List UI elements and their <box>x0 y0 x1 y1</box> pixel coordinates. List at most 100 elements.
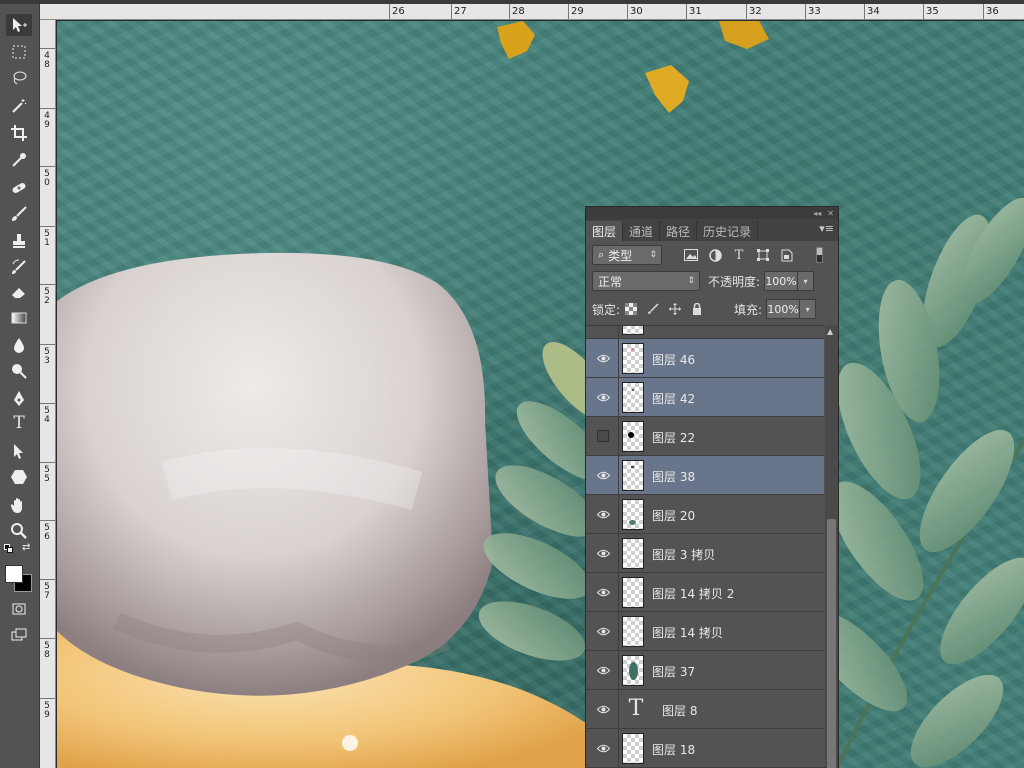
shape-tool-icon[interactable] <box>6 466 32 488</box>
layer-row[interactable] <box>586 326 824 339</box>
layer-name: 图层 22 <box>652 431 696 445</box>
layer-thumbnail <box>622 577 644 608</box>
eye-icon[interactable] <box>596 585 610 599</box>
eye-icon[interactable] <box>596 468 610 482</box>
layer-name: 图层 38 <box>652 470 696 484</box>
gradient-tool-icon[interactable] <box>6 307 32 329</box>
type-filter-glyph: T <box>734 247 744 263</box>
layer-filter-dropdown[interactable]: ⌕ 类型 ⇕ <box>592 245 662 265</box>
eye-icon[interactable] <box>596 624 610 638</box>
foreground-color-swatch[interactable] <box>5 565 23 583</box>
eye-icon[interactable] <box>596 741 610 755</box>
opacity-slider-toggle-icon[interactable]: ▾ <box>798 271 815 291</box>
eye-icon[interactable] <box>596 507 610 521</box>
tab-history[interactable]: 历史记录 <box>697 221 759 241</box>
layer-row[interactable]: 图层 18 <box>586 729 824 768</box>
dropdown-arrow-icon: ⇕ <box>649 250 657 260</box>
layers-panel: ◂◂ ✕ 图层 通道 路径 历史记录 ▾≡ ⌕ 类型 ⇕ T 正常 ⇕ 不透明度… <box>585 206 839 768</box>
swap-colors-icon[interactable]: ⇄ <box>22 542 30 553</box>
lock-transparent-pixels-icon[interactable] <box>624 302 638 316</box>
hidden-visibility-box[interactable] <box>597 430 609 442</box>
panel-tabs: 图层 通道 路径 历史记录 <box>586 219 838 241</box>
layer-row[interactable]: 图层 46 <box>586 339 824 378</box>
zoom-tool-icon[interactable] <box>6 520 32 542</box>
crop-tool-icon[interactable] <box>6 122 32 144</box>
ruler-tick <box>40 403 55 404</box>
scroll-up-arrow-icon[interactable]: ▲ <box>827 327 833 336</box>
blur-tool-icon[interactable] <box>6 334 32 356</box>
layer-row[interactable]: 图层 42 <box>586 378 824 417</box>
quick-mask-icon[interactable] <box>6 598 32 620</box>
eye-icon[interactable] <box>596 351 610 365</box>
ruler-label: 33 <box>808 6 821 17</box>
layer-row[interactable]: 图层 38 <box>586 456 824 495</box>
close-panel-icon[interactable]: ✕ <box>827 209 834 218</box>
screen-mode-icon[interactable] <box>6 624 32 646</box>
fill-input[interactable]: 100% <box>766 299 801 319</box>
move-tool-icon[interactable] <box>6 14 32 36</box>
eye-icon[interactable] <box>596 546 610 560</box>
filter-toggle-switch[interactable] <box>810 246 828 264</box>
dodge-tool-icon[interactable] <box>6 360 32 382</box>
layer-list[interactable]: 图层 46 图层 42 图层 22 图层 38 图层 20 图层 3 拷贝 图层… <box>586 325 824 768</box>
eyedropper-tool-icon[interactable] <box>6 149 32 171</box>
eye-icon[interactable] <box>596 390 610 404</box>
type-layer-filter-icon[interactable]: T <box>730 246 748 264</box>
document-canvas[interactable] <box>57 21 1024 768</box>
layer-divider <box>618 378 619 417</box>
filter-type-label: 类型 <box>608 248 633 263</box>
default-colors-icon[interactable] <box>4 544 14 554</box>
lock-position-icon[interactable] <box>668 302 682 316</box>
magic-wand-tool-icon[interactable] <box>6 95 32 117</box>
tab-layers[interactable]: 图层 <box>586 221 624 241</box>
lock-all-icon[interactable] <box>690 302 704 316</box>
ruler-label: 4 8 <box>44 51 50 70</box>
panel-header-bar[interactable]: ◂◂ ✕ <box>586 207 838 219</box>
layer-name: 图层 46 <box>652 353 696 367</box>
healing-brush-tool-icon[interactable] <box>6 177 32 199</box>
tab-paths[interactable]: 路径 <box>660 221 698 241</box>
ruler-label: 5 6 <box>44 523 50 542</box>
shape-layer-filter-icon[interactable] <box>754 246 772 264</box>
ruler-tick <box>923 4 924 19</box>
lock-image-pixels-icon[interactable] <box>646 302 660 316</box>
opacity-input[interactable]: 100% <box>764 271 799 291</box>
eye-icon[interactable] <box>596 702 610 716</box>
layer-row[interactable]: T 图层 8 <box>586 690 824 729</box>
lasso-tool-icon[interactable] <box>6 67 32 89</box>
layer-row[interactable]: 图层 14 拷贝 2 <box>586 573 824 612</box>
layer-row[interactable]: 图层 37 <box>586 651 824 690</box>
clone-stamp-tool-icon[interactable] <box>6 230 32 252</box>
panel-menu-icon[interactable]: ▾≡ <box>819 222 834 235</box>
layer-divider <box>618 612 619 651</box>
layer-divider <box>618 690 619 729</box>
history-brush-tool-icon[interactable] <box>6 256 32 278</box>
pixel-layer-filter-icon[interactable] <box>682 246 700 264</box>
layer-name: 图层 20 <box>652 509 696 523</box>
pen-tool-icon[interactable] <box>6 388 32 410</box>
type-tool-icon[interactable]: T <box>6 412 32 434</box>
brush-tool-icon[interactable] <box>6 203 32 225</box>
adjustment-layer-filter-icon[interactable] <box>706 246 724 264</box>
layer-row[interactable]: 图层 14 拷贝 <box>586 612 824 651</box>
collapse-panel-icon[interactable]: ◂◂ <box>813 209 821 218</box>
hand-tool-icon[interactable] <box>6 495 32 517</box>
smart-object-filter-icon[interactable] <box>778 246 796 264</box>
tab-channels[interactable]: 通道 <box>623 221 661 241</box>
marquee-tool-icon[interactable] <box>6 41 32 63</box>
blend-mode-dropdown[interactable]: 正常 ⇕ <box>592 271 700 291</box>
eye-icon[interactable] <box>596 663 610 677</box>
layer-row[interactable]: 图层 20 <box>586 495 824 534</box>
ruler-tick <box>746 4 747 19</box>
horizontal-ruler[interactable]: 26 27 28 29 30 31 32 33 34 35 36 <box>40 4 1024 20</box>
ruler-label: 5 8 <box>44 641 50 660</box>
layer-row[interactable]: 图层 3 拷贝 <box>586 534 824 573</box>
eraser-tool-icon[interactable] <box>6 281 32 303</box>
layer-row[interactable]: 图层 22 <box>586 417 824 456</box>
vertical-ruler[interactable]: 4 8 4 9 5 0 5 1 5 2 5 3 5 4 5 5 5 6 5 7 5 8 5 9 <box>40 20 56 768</box>
layer-thumbnail <box>622 382 644 413</box>
scrollbar-thumb[interactable] <box>827 519 836 768</box>
fill-slider-toggle-icon[interactable]: ▾ <box>800 299 817 319</box>
layer-divider <box>618 729 619 768</box>
path-selection-tool-icon[interactable] <box>6 440 32 462</box>
